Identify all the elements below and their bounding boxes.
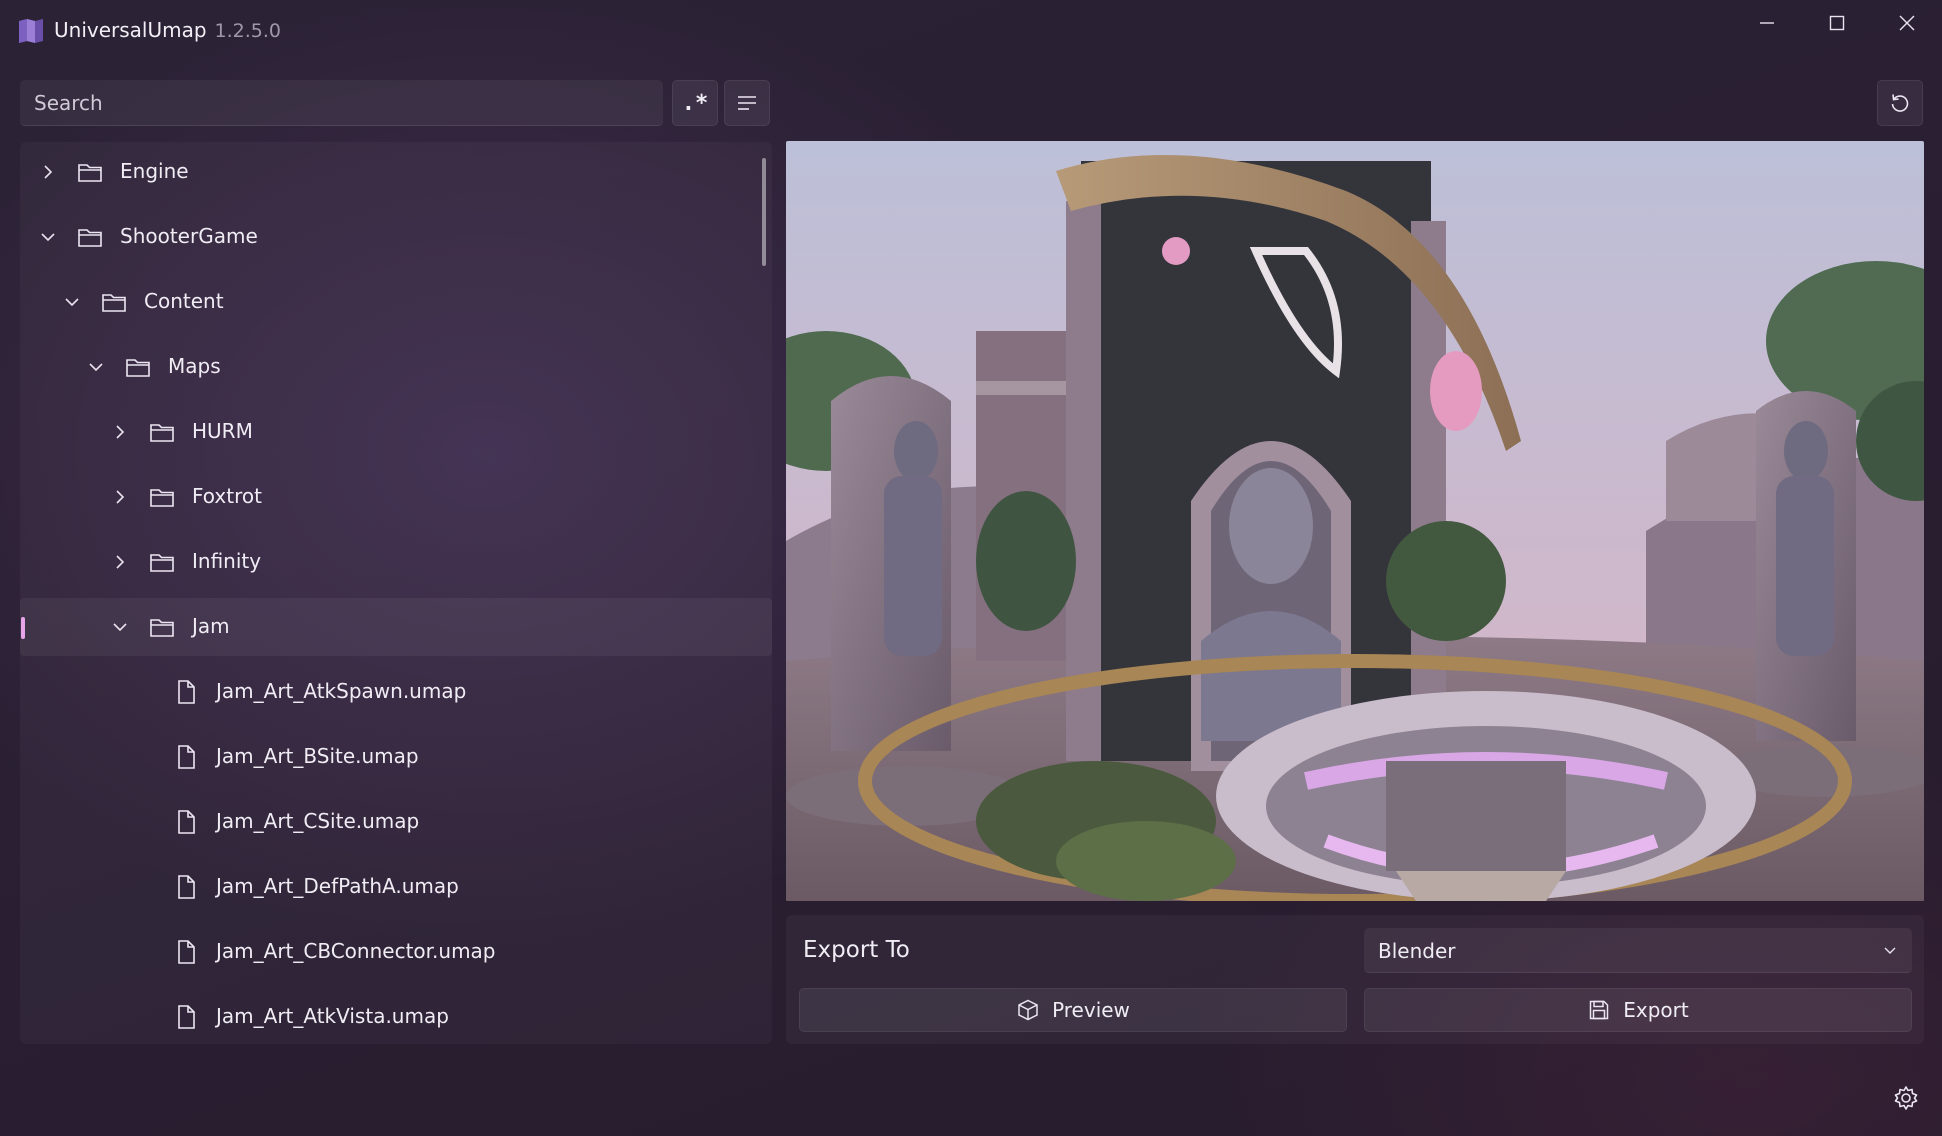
map-preview-viewport[interactable] [786,141,1924,901]
chevron-down-icon [1884,947,1896,954]
folder-icon [102,294,126,312]
folder-icon [126,359,150,377]
search-box[interactable] [20,80,663,126]
tree-item-jam[interactable]: Jam [20,598,772,656]
tree-item-label: Foxtrot [192,484,262,508]
tree-item-label: Jam_Art_AtkSpawn.umap [216,679,467,703]
chevron-right-icon[interactable] [110,422,130,442]
tree-item-infinity[interactable]: Infinity [20,533,772,591]
app-title: UniversalUmap 1.2.5.0 [54,18,281,42]
tree-item-label: Infinity [192,549,262,573]
export-target-select[interactable]: Blender [1364,928,1912,973]
export-button[interactable]: Export [1364,988,1912,1032]
filter-menu-button[interactable] [724,80,770,126]
tree-item-label: ShooterGame [120,224,258,248]
tree-item-label: Jam_Art_CBConnector.umap [216,939,496,963]
maximize-button[interactable] [1802,0,1872,46]
hamburger-menu-icon [738,96,756,110]
folder-icon [150,619,174,637]
chevron-right-icon[interactable] [110,552,130,572]
chevron-down-icon[interactable] [110,617,130,637]
tree-item-file[interactable]: Jam_Art_CSite.umap [20,793,772,851]
close-button[interactable] [1872,0,1942,46]
folder-icon [78,229,102,247]
folder-icon [78,164,102,182]
app-window: UniversalUmap 1.2.5.0 .* [0,0,1942,1136]
minimize-button[interactable] [1732,0,1802,46]
file-tree[interactable]: Engine ShooterGame Content Maps HURM Fox… [20,142,772,1044]
file-icon [178,940,195,964]
map-preview-image [786,141,1924,901]
file-icon [178,1005,195,1029]
gear-icon [1894,1086,1918,1110]
tree-item-maps[interactable]: Maps [20,338,772,396]
folder-icon [150,424,174,442]
export-panel: Export To Blender Preview Export [786,915,1924,1044]
tree-item-file[interactable]: Jam_Art_CBConnector.umap [20,923,772,981]
tree-item-file[interactable]: Jam_Art_AtkSpawn.umap [20,663,772,721]
settings-button[interactable] [1892,1084,1920,1112]
tree-item-file[interactable]: Jam_Art_AtkVista.umap [20,988,772,1044]
tree-item-label: Jam_Art_BSite.umap [216,744,419,768]
folder-icon [150,489,174,507]
cube-icon [1018,999,1038,1021]
export-to-label: Export To [803,937,910,963]
export-target-value: Blender [1378,939,1456,963]
chevron-down-icon[interactable] [86,357,106,377]
chevron-down-icon[interactable] [38,227,58,247]
chevron-right-icon[interactable] [110,487,130,507]
tree-item-label: Content [144,289,224,313]
tree-item-label: HURM [192,419,253,443]
app-name: UniversalUmap [54,18,207,42]
minimize-icon [1760,22,1774,24]
title-bar: UniversalUmap 1.2.5.0 [0,0,1942,60]
tree-item-engine[interactable]: Engine [20,143,772,201]
tree-item-label: Jam_Art_CSite.umap [216,809,420,833]
preview-button[interactable]: Preview [799,988,1347,1032]
tree-item-label: Maps [168,354,221,378]
preview-button-label: Preview [1052,998,1130,1022]
close-icon [1899,15,1915,31]
file-icon [178,680,195,704]
file-icon [178,745,195,769]
tree-item-shootergame[interactable]: ShooterGame [20,208,772,266]
tree-item-foxtrot[interactable]: Foxtrot [20,468,772,526]
tree-item-file[interactable]: Jam_Art_DefPathA.umap [20,858,772,916]
tree-item-file[interactable]: Jam_Art_BSite.umap [20,728,772,786]
regex-toggle-button[interactable]: .* [672,80,718,126]
tree-item-label: Engine [120,159,189,183]
tree-scrollbar-thumb[interactable] [762,158,766,266]
selection-indicator [21,617,25,639]
app-version: 1.2.5.0 [214,20,282,42]
search-input[interactable] [20,80,663,125]
tree-item-label: Jam_Art_DefPathA.umap [216,874,459,898]
refresh-icon [1891,94,1909,112]
tree-item-label: Jam_Art_AtkVista.umap [216,1004,449,1028]
tree-item-content[interactable]: Content [20,273,772,331]
tree-item-hurm[interactable]: HURM [20,403,772,461]
chevron-right-icon[interactable] [38,162,58,182]
folder-icon [150,554,174,572]
export-button-label: Export [1623,998,1689,1022]
tree-item-label: Jam [192,614,230,638]
refresh-button[interactable] [1877,80,1923,126]
save-icon [1590,1000,1609,1020]
chevron-down-icon[interactable] [62,292,82,312]
maximize-icon [1829,15,1845,31]
file-icon [178,875,195,899]
map-book-icon [19,19,43,43]
file-icon [178,810,195,834]
